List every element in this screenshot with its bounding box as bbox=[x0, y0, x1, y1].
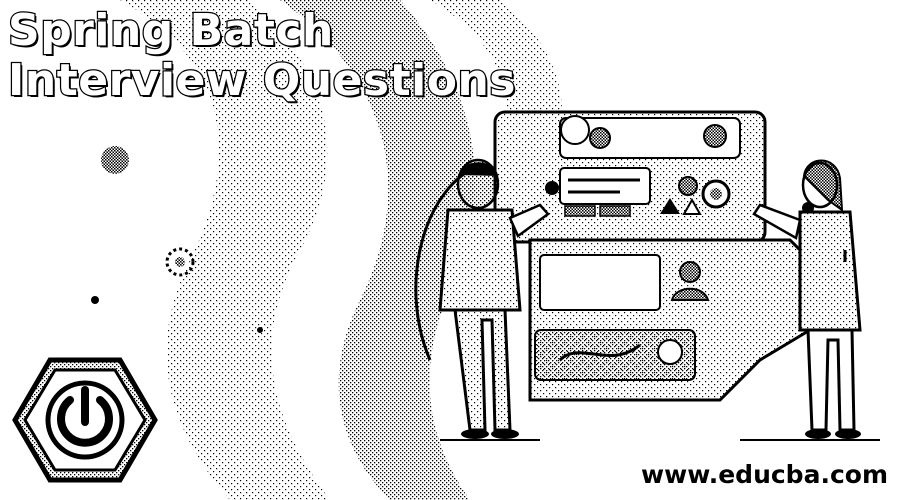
page-title: Spring Batch Interview Questions bbox=[7, 4, 517, 107]
power-button-icon bbox=[12, 357, 158, 483]
banner: Spring Batch Interview Questions www.edu… bbox=[0, 0, 900, 500]
charts-panel bbox=[528, 238, 832, 402]
title-line-2: Interview Questions bbox=[7, 54, 517, 107]
site-url: www.educba.com bbox=[641, 460, 888, 489]
title-line-1: Spring Batch bbox=[7, 4, 335, 57]
